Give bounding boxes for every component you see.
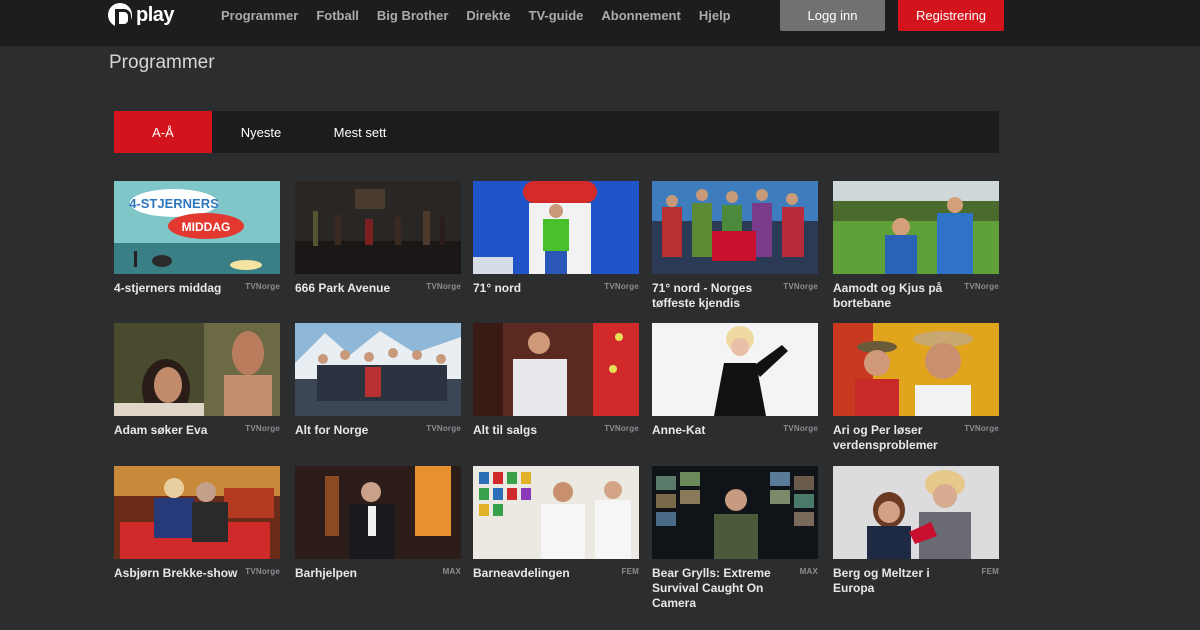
program-thumbnail[interactable] — [473, 323, 639, 416]
program-thumbnail[interactable] — [295, 466, 461, 559]
thumbnail-image — [833, 466, 999, 559]
nav-direkte[interactable]: Direkte — [466, 8, 510, 23]
thumbnail-image — [833, 181, 999, 274]
program-title[interactable]: Alt til salgs — [473, 423, 597, 438]
thumbnail-image — [114, 323, 280, 416]
program-title[interactable]: Adam søker Eva — [114, 423, 238, 438]
logo-icon — [108, 3, 132, 27]
channel-label: TVNorge — [245, 567, 280, 576]
thumbnail-image — [295, 181, 461, 274]
nav-fotball[interactable]: Fotball — [316, 8, 359, 23]
program-card[interactable]: 666 Park Avenue TVNorge — [295, 181, 461, 295]
program-card[interactable]: 71° nord TVNorge — [473, 181, 639, 295]
program-card[interactable]: Ari og Per løser verdensproblemer TVNorg… — [833, 323, 999, 452]
channel-label: TVNorge — [783, 424, 818, 433]
program-title[interactable]: Asbjørn Brekke-show — [114, 566, 238, 581]
page-title: Programmer — [109, 52, 215, 73]
program-title[interactable]: Barhjelpen — [295, 566, 419, 581]
program-thumbnail[interactable] — [473, 181, 639, 274]
thumb-text-line1: 4-STJERNERS — [129, 196, 219, 211]
program-card[interactable]: Barneavdelingen FEM — [473, 466, 639, 580]
thumbnail-image — [473, 181, 639, 274]
program-thumbnail[interactable] — [833, 466, 999, 559]
program-card[interactable]: 71° nord - Norges tøffeste kjendis TVNor… — [652, 181, 818, 310]
program-title[interactable]: Anne-Kat — [652, 423, 776, 438]
program-title[interactable]: 71° nord — [473, 281, 597, 296]
program-thumbnail[interactable] — [833, 323, 999, 416]
channel-label: MAX — [799, 567, 818, 576]
channel-label: TVNorge — [426, 282, 461, 291]
program-title[interactable]: Alt for Norge — [295, 423, 419, 438]
top-bar: play Programmer Fotball Big Brother Dire… — [0, 0, 1200, 46]
nav-big-brother[interactable]: Big Brother — [377, 8, 449, 23]
thumbnail-image — [833, 323, 999, 416]
channel-label: FEM — [621, 567, 639, 576]
channel-label: TVNorge — [964, 424, 999, 433]
logo-text: play — [136, 3, 175, 26]
login-button[interactable]: Logg inn — [780, 0, 885, 31]
channel-label: TVNorge — [964, 282, 999, 291]
program-card[interactable]: 4-STJERNERS MIDDAG 4-stjerners middag TV… — [114, 181, 280, 295]
program-title[interactable]: 666 Park Avenue — [295, 281, 419, 296]
program-card[interactable]: Bear Grylls: Extreme Survival Caught On … — [652, 466, 818, 610]
program-title[interactable]: 71° nord - Norges tøffeste kjendis — [652, 281, 776, 311]
program-title[interactable]: 4-stjerners middag — [114, 281, 238, 296]
program-thumbnail[interactable]: 4-STJERNERS MIDDAG — [114, 181, 280, 274]
program-thumbnail[interactable] — [652, 323, 818, 416]
program-card[interactable]: Berg og Meltzer i Europa FEM — [833, 466, 999, 595]
program-card[interactable]: Anne-Kat TVNorge — [652, 323, 818, 437]
program-title[interactable]: Berg og Meltzer i Europa — [833, 566, 957, 596]
register-button[interactable]: Registrering — [898, 0, 1004, 31]
main-nav: Programmer Fotball Big Brother Direkte T… — [221, 0, 749, 30]
thumbnail-image — [473, 323, 639, 416]
dplay-logo[interactable]: play — [108, 0, 175, 30]
thumbnail-image — [295, 323, 461, 416]
channel-label: TVNorge — [426, 424, 461, 433]
program-title[interactable]: Bear Grylls: Extreme Survival Caught On … — [652, 566, 776, 611]
program-card[interactable]: Adam søker Eva TVNorge — [114, 323, 280, 437]
sort-tabs: A-Å Nyeste Mest sett — [114, 111, 999, 153]
program-thumbnail[interactable] — [114, 323, 280, 416]
nav-programmer[interactable]: Programmer — [221, 8, 298, 23]
nav-tv-guide[interactable]: TV-guide — [529, 8, 584, 23]
channel-label: TVNorge — [604, 282, 639, 291]
program-thumbnail[interactable] — [652, 466, 818, 559]
thumb-text-line2: MIDDAG — [182, 220, 231, 234]
channel-label: FEM — [981, 567, 999, 576]
program-card[interactable]: Aamodt og Kjus på bortebane TVNorge — [833, 181, 999, 310]
thumbnail-image — [652, 323, 818, 416]
channel-label: TVNorge — [245, 282, 280, 291]
channel-label: MAX — [442, 567, 461, 576]
program-title[interactable]: Barneavdelingen — [473, 566, 597, 581]
program-thumbnail[interactable] — [473, 466, 639, 559]
program-thumbnail[interactable] — [295, 181, 461, 274]
program-card[interactable]: Barhjelpen MAX — [295, 466, 461, 580]
program-thumbnail[interactable] — [114, 466, 280, 559]
program-card[interactable]: Alt for Norge TVNorge — [295, 323, 461, 437]
nav-abonnement[interactable]: Abonnement — [601, 8, 680, 23]
tab-nyeste[interactable]: Nyeste — [212, 111, 310, 153]
thumbnail-image: 4-STJERNERS MIDDAG — [114, 181, 280, 274]
thumbnail-image — [295, 466, 461, 559]
thumbnail-image — [114, 466, 280, 559]
program-thumbnail[interactable] — [833, 181, 999, 274]
program-card[interactable]: Alt til salgs TVNorge — [473, 323, 639, 437]
nav-hjelp[interactable]: Hjelp — [699, 8, 731, 23]
program-thumbnail[interactable] — [295, 323, 461, 416]
program-title[interactable]: Ari og Per løser verdensproblemer — [833, 423, 957, 453]
thumbnail-image — [652, 181, 818, 274]
thumbnail-image — [652, 466, 818, 559]
program-title[interactable]: Aamodt og Kjus på bortebane — [833, 281, 957, 311]
tab-a-a[interactable]: A-Å — [114, 111, 212, 153]
tab-mest-sett[interactable]: Mest sett — [310, 111, 410, 153]
program-card[interactable]: Asbjørn Brekke-show TVNorge — [114, 466, 280, 580]
channel-label: TVNorge — [783, 282, 818, 291]
channel-label: TVNorge — [604, 424, 639, 433]
channel-label: TVNorge — [245, 424, 280, 433]
thumbnail-image — [473, 466, 639, 559]
program-thumbnail[interactable] — [652, 181, 818, 274]
